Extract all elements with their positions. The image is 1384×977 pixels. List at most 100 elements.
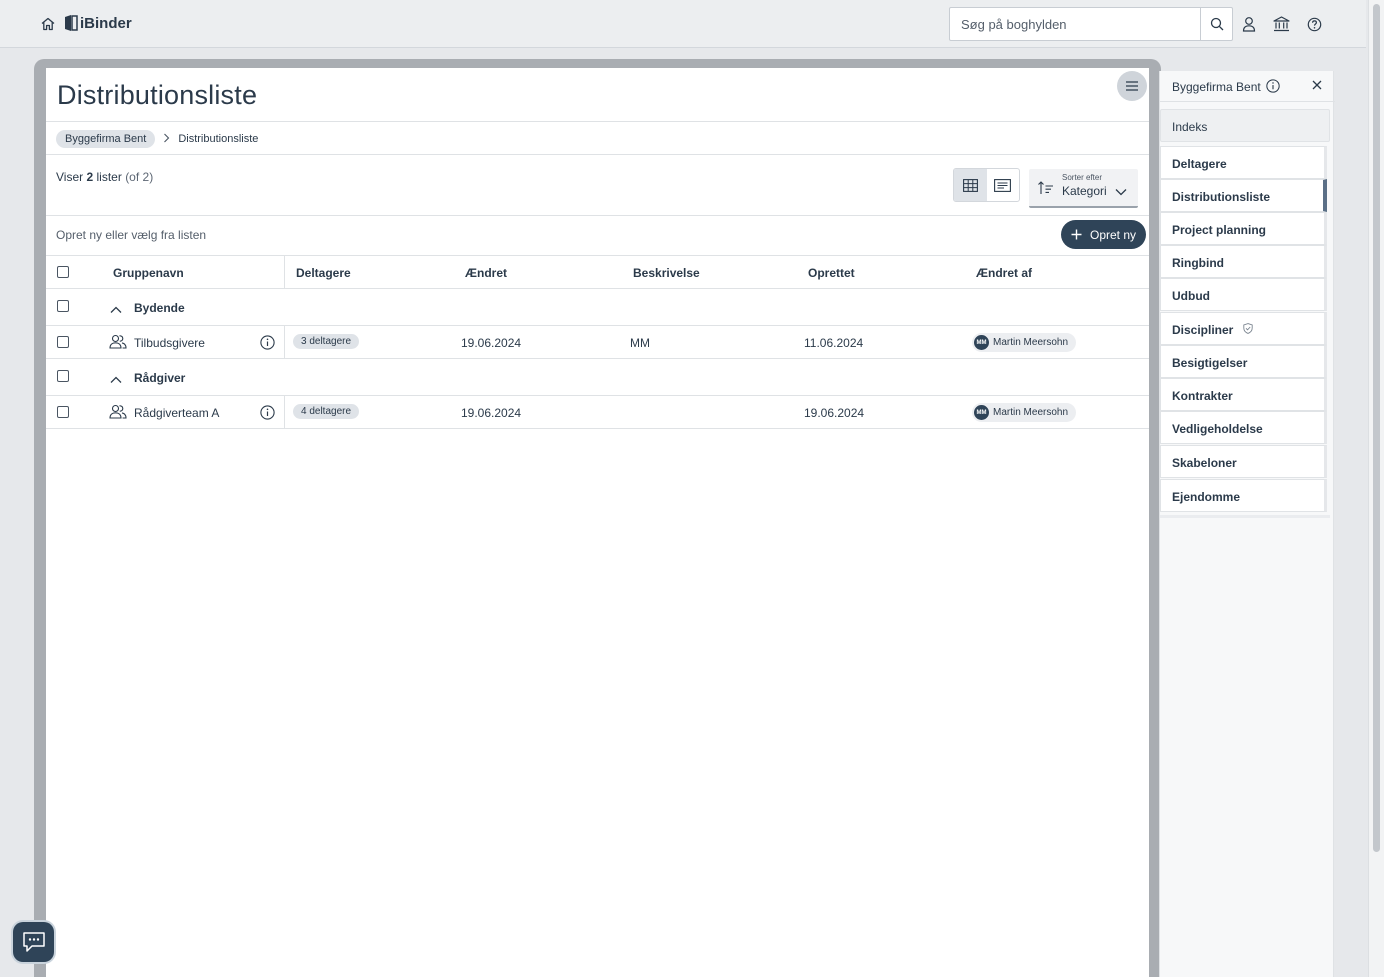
sort-icon	[1038, 181, 1054, 200]
hint-text: Opret ny eller vælg fra listen	[56, 228, 207, 242]
index-item-ringbind[interactable]: Ringbind	[1160, 245, 1327, 278]
column-divider	[284, 255, 285, 289]
brand-name: iBinder	[80, 14, 132, 32]
column-header-changed-by[interactable]: Ændret af	[976, 266, 1032, 280]
column-header-description[interactable]: Beskrivelse	[633, 266, 700, 280]
participants-badge[interactable]: 3 deltagere	[293, 334, 360, 349]
chevron-up-icon[interactable]	[110, 301, 122, 319]
column-divider	[284, 326, 285, 359]
group-checkbox[interactable]	[57, 300, 69, 312]
avatar: MM	[974, 405, 989, 420]
info-icon[interactable]	[260, 335, 275, 353]
group-checkbox[interactable]	[57, 370, 69, 382]
users-group-icon	[109, 404, 127, 422]
column-header-participants[interactable]: Deltagere	[296, 266, 351, 280]
search-box	[949, 7, 1233, 41]
table-header: Gruppenavn Deltagere Ændret Beskrivelse …	[46, 255, 1149, 289]
table-grid-icon	[962, 178, 978, 192]
row-checkbox[interactable]	[57, 336, 69, 348]
group-row[interactable]: Bydende	[46, 289, 1149, 326]
view-toggle	[953, 168, 1020, 202]
created-date: 11.06.2024	[804, 336, 864, 350]
plus-icon	[1071, 229, 1082, 240]
table-row[interactable]: Tilbudsgivere 3 deltagere 19.06.2024 MM …	[46, 326, 1149, 359]
search-input[interactable]	[950, 8, 1200, 40]
row-name: Tilbudsgivere	[134, 336, 205, 350]
description-cell: MM	[630, 336, 650, 350]
breadcrumb-item-root[interactable]: Byggefirma Bent	[56, 130, 156, 148]
brand-logo[interactable]: iBinder	[64, 14, 132, 32]
list-text-icon	[994, 178, 1012, 192]
row-checkbox[interactable]	[57, 406, 69, 418]
column-divider	[284, 396, 285, 429]
index-item-vedligeholdelse[interactable]: Vedligeholdelse	[1160, 411, 1327, 444]
users-group-icon	[109, 334, 127, 352]
column-header-name[interactable]: Gruppenavn	[113, 266, 184, 280]
sort-value: Kategori	[1062, 184, 1107, 198]
list-count-number: 2	[86, 170, 94, 184]
select-all-checkbox[interactable]	[57, 266, 69, 278]
column-header-created[interactable]: Oprettet	[808, 266, 855, 280]
index-panel: Byggefirma Bent Indeks Deltagere Distrib…	[1159, 71, 1335, 977]
chevron-right-icon	[163, 132, 170, 146]
panel-menu-button[interactable]	[1117, 71, 1147, 101]
shield-check-icon	[1243, 323, 1254, 337]
top-bar: iBinder	[0, 0, 1366, 48]
changed-date: 19.06.2024	[461, 406, 522, 420]
column-header-changed[interactable]: Ændret	[465, 266, 507, 280]
table-row[interactable]: Rådgiverteam A 4 deltagere 19.06.2024 19…	[46, 396, 1149, 429]
sort-dropdown[interactable]: Sorter efter Kategori	[1029, 169, 1138, 208]
created-date: 19.06.2024	[804, 406, 865, 420]
breadcrumb: Byggefirma Bent Distributionsliste	[56, 130, 258, 148]
info-icon[interactable]	[1266, 79, 1280, 98]
page-scrollbar[interactable]	[1368, 0, 1384, 977]
divider	[46, 154, 1149, 155]
index-item-distributionsliste[interactable]: Distributionsliste	[1160, 179, 1327, 212]
sort-label: Sorter efter	[1062, 173, 1103, 182]
index-item-kontrakter[interactable]: Kontrakter	[1160, 378, 1327, 411]
divider	[46, 121, 1149, 122]
scrollbar-thumb[interactable]	[1373, 4, 1380, 852]
avatar: MM	[974, 335, 989, 350]
chevron-down-icon	[1115, 183, 1127, 201]
index-heading[interactable]: Indeks	[1160, 109, 1330, 142]
index-item-ejendomme[interactable]: Ejendomme	[1160, 479, 1327, 512]
changed-by-user[interactable]: MM Martin Meersohn	[972, 333, 1077, 352]
index-item-discipliner[interactable]: Discipliner	[1160, 312, 1327, 345]
index-panel-title: Byggefirma Bent	[1172, 80, 1261, 94]
index-item-skabeloner[interactable]: Skabeloner	[1160, 445, 1327, 478]
search-icon	[1210, 17, 1223, 31]
index-item-besigtigelser[interactable]: Besigtigelser	[1160, 345, 1327, 378]
home-icon[interactable]	[40, 16, 56, 32]
index-panel-header: Byggefirma Bent	[1160, 71, 1335, 102]
info-icon[interactable]	[260, 405, 275, 423]
create-new-button[interactable]: Opret ny	[1061, 220, 1146, 249]
group-name: Rådgiver	[134, 371, 186, 385]
group-name: Bydende	[134, 301, 185, 315]
page-title: Distributionsliste	[57, 80, 258, 110]
search-button[interactable]	[1200, 8, 1232, 40]
participants-badge[interactable]: 4 deltagere	[293, 404, 360, 419]
index-item-udbud[interactable]: Udbud	[1160, 278, 1327, 311]
help-icon[interactable]	[1305, 15, 1323, 33]
list-count: Viser 2 lister (of 2)	[56, 170, 154, 184]
chat-bubble-icon	[22, 932, 45, 952]
user-icon[interactable]	[1240, 15, 1258, 33]
breadcrumb-item-current: Distributionsliste	[178, 133, 259, 145]
close-icon[interactable]	[1311, 78, 1323, 94]
main-panel: Distributionsliste Byggefirma Bent Distr…	[46, 68, 1149, 977]
divider	[46, 215, 1149, 216]
institution-icon[interactable]	[1272, 15, 1290, 33]
index-list-end	[1160, 515, 1330, 518]
hamburger-icon	[1126, 81, 1138, 91]
list-view-button[interactable]	[987, 169, 1020, 201]
chevron-up-icon[interactable]	[110, 371, 122, 389]
index-item-deltagere[interactable]: Deltagere	[1160, 146, 1327, 179]
changed-date: 19.06.2024	[461, 336, 522, 350]
changed-by-user[interactable]: MM Martin Meersohn	[972, 403, 1077, 422]
index-item-project-planning[interactable]: Project planning	[1160, 212, 1327, 245]
table-view-button[interactable]	[954, 169, 987, 201]
chat-support-button[interactable]	[13, 922, 54, 962]
group-row[interactable]: Rådgiver	[46, 359, 1149, 396]
binder-logo-icon	[65, 15, 78, 31]
